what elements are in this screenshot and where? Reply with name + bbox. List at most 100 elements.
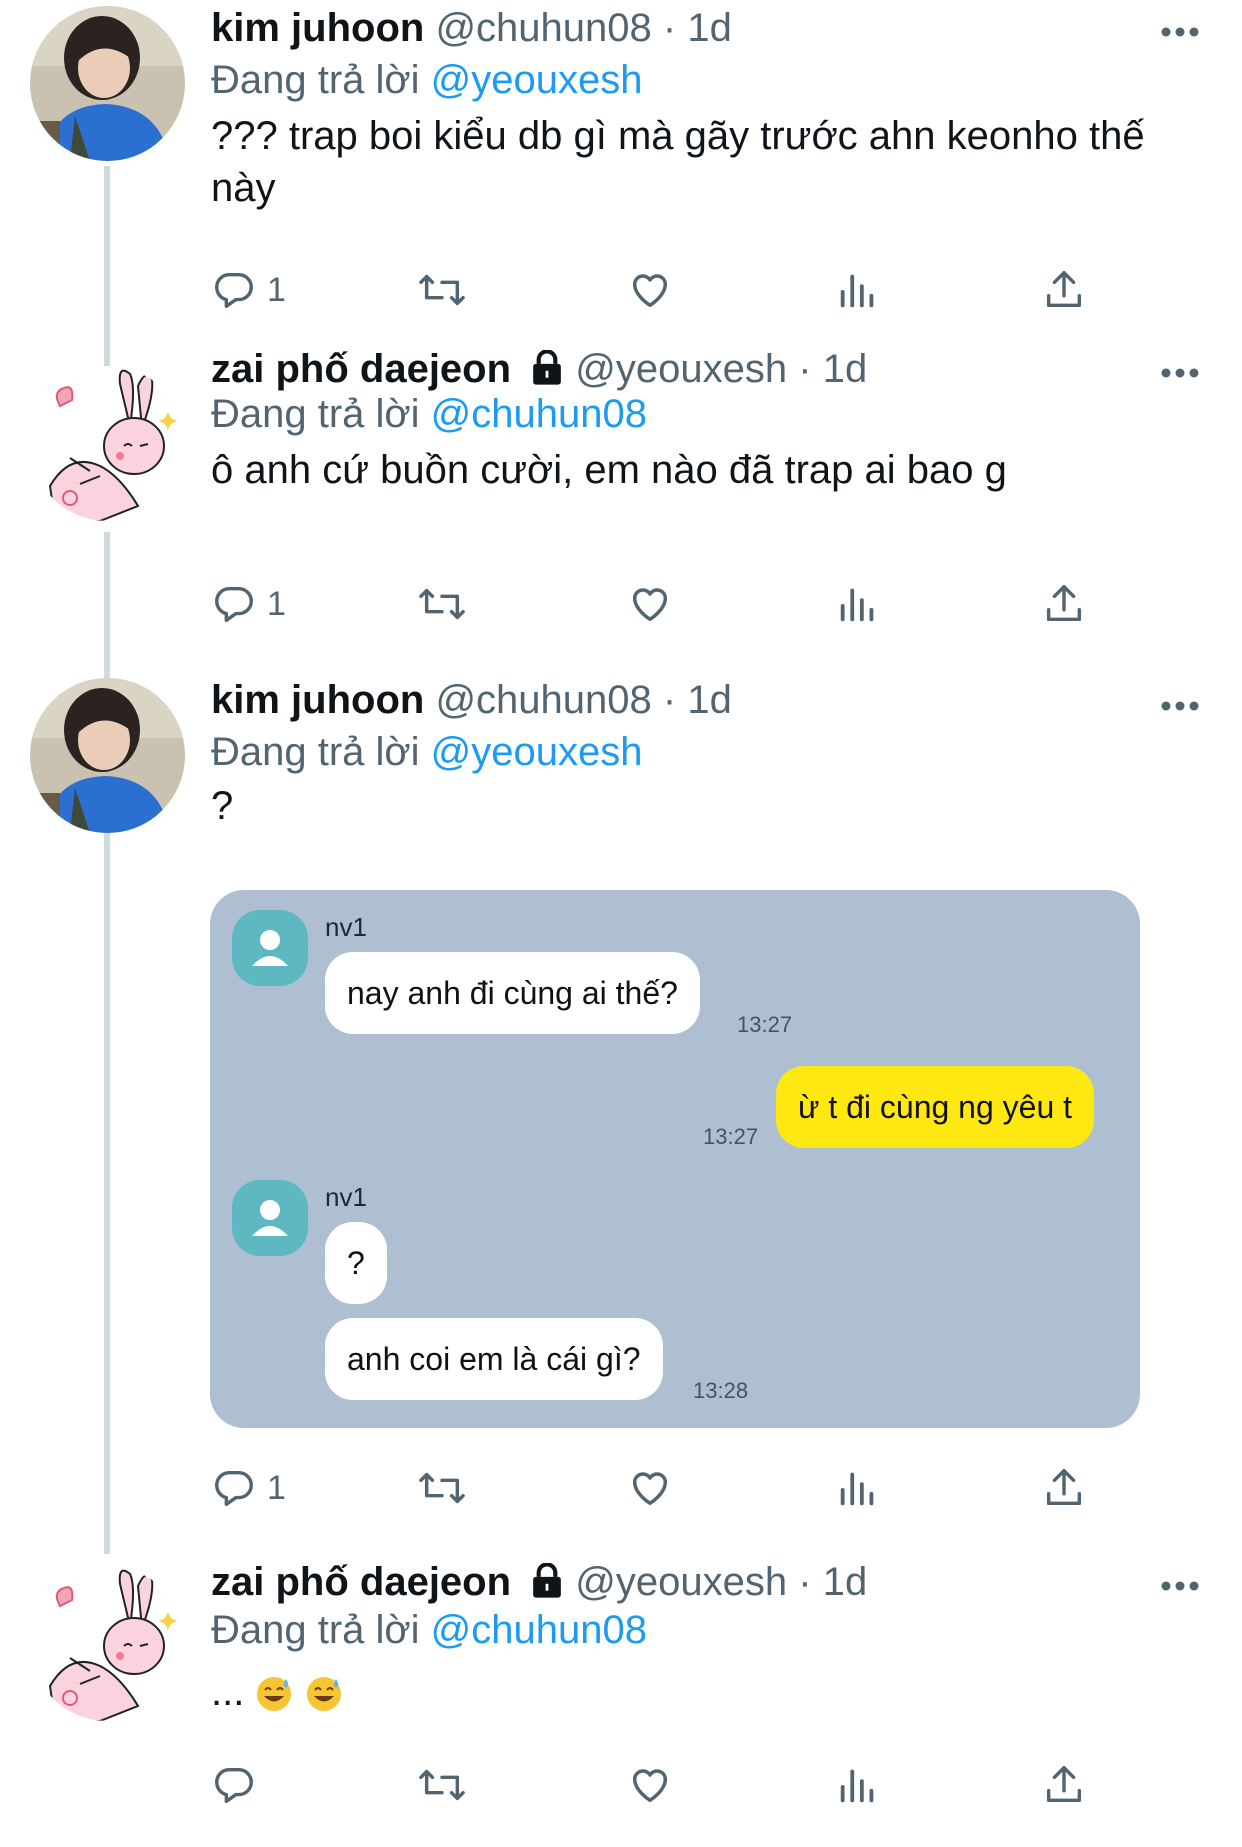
tweet[interactable]: zai phố daejeon @yeouxesh · 1d Đang trả … <box>0 1550 1242 1847</box>
more-icon[interactable] <box>1160 1576 1200 1596</box>
chat-time: 13:27 <box>737 1012 793 1037</box>
tweet-actions: 1 <box>211 260 1111 320</box>
share-icon <box>1046 271 1082 308</box>
avatar[interactable] <box>30 6 185 161</box>
mention-link[interactable]: @yeouxesh <box>431 730 643 774</box>
more-icon[interactable] <box>1160 22 1200 42</box>
replying-prefix: Đang trả lời <box>211 58 420 102</box>
share-icon <box>1046 585 1082 622</box>
share-button[interactable] <box>1041 260 1087 320</box>
heart-icon <box>632 1769 668 1803</box>
separator: · <box>662 6 677 50</box>
like-button[interactable] <box>627 260 673 320</box>
tweet[interactable]: zai phố daejeon @yeouxesh · 1d Đang trả … <box>0 347 1242 670</box>
views-button[interactable] <box>835 260 881 320</box>
display-name[interactable]: zai phố daejeon <box>211 1560 511 1604</box>
user-handle[interactable]: @chuhun08 <box>435 678 651 722</box>
heart-icon <box>632 1472 668 1506</box>
views-icon <box>840 1769 874 1803</box>
tweet-actions <box>211 1755 1111 1815</box>
tweet-text: ... <box>211 1670 245 1714</box>
mention-link[interactable]: @yeouxesh <box>431 58 643 102</box>
user-handle[interactable]: @chuhun08 <box>435 6 651 50</box>
retweet-icon <box>419 588 465 620</box>
views-button[interactable] <box>835 574 881 634</box>
avatar[interactable] <box>30 366 185 521</box>
heart-icon <box>632 588 668 622</box>
views-button[interactable] <box>835 1458 881 1518</box>
views-button[interactable] <box>835 1755 881 1815</box>
replying-prefix: Đang trả lời <box>211 730 420 774</box>
chat-time: 13:27 <box>703 1124 759 1149</box>
reply-button[interactable]: 1 <box>211 574 286 634</box>
reply-button[interactable]: 1 <box>211 260 286 320</box>
share-button[interactable] <box>1041 1458 1087 1518</box>
mention-link[interactable]: @chuhun08 <box>431 392 647 436</box>
replying-to: Đang trả lời @yeouxesh <box>211 728 643 776</box>
more-icon[interactable] <box>1160 696 1200 716</box>
tweet-text-row: ... <box>211 1666 1181 1726</box>
tweet-actions: 1 <box>211 574 1111 634</box>
reply-icon <box>215 1470 253 1507</box>
retweet-button[interactable] <box>417 574 467 634</box>
display-name[interactable]: kim juhoon <box>211 678 424 722</box>
chat-sender-name: nv1 <box>325 912 367 942</box>
replying-prefix: Đang trả lời <box>211 392 420 436</box>
separator: · <box>798 347 812 391</box>
tweet[interactable]: kim juhoon @chuhun08 · 1d Đang trả lời @… <box>0 0 1242 360</box>
reply-button[interactable] <box>211 1755 267 1815</box>
retweet-icon <box>419 1769 465 1801</box>
separator: · <box>798 1560 812 1604</box>
display-name[interactable]: zai phố daejeon <box>211 347 511 391</box>
retweet-button[interactable] <box>417 260 467 320</box>
reply-count: 1 <box>267 1468 286 1507</box>
chat-bubble: ? <box>325 1222 387 1304</box>
views-icon <box>840 1472 874 1506</box>
chat-bubble: nay anh đi cùng ai thế? <box>325 952 700 1034</box>
like-button[interactable] <box>627 574 673 634</box>
chat-bubble-mine: ừ t đi cùng ng yêu t <box>776 1066 1095 1148</box>
retweet-button[interactable] <box>417 1458 467 1518</box>
tweet-actions: 1 <box>211 1458 1111 1518</box>
timestamp[interactable]: 1d <box>687 678 732 722</box>
chat-sender-name: nv1 <box>325 1182 367 1212</box>
timestamp[interactable]: 1d <box>823 1560 868 1604</box>
like-button[interactable] <box>627 1458 673 1518</box>
chat-avatar <box>232 910 308 986</box>
like-button[interactable] <box>627 1755 673 1815</box>
views-icon <box>840 274 874 308</box>
user-handle[interactable]: @yeouxesh <box>575 1560 787 1604</box>
chat-bubble: anh coi em là cái gì? <box>325 1318 663 1400</box>
reply-count: 1 <box>267 584 286 623</box>
avatar[interactable] <box>30 1566 185 1721</box>
tweet-text: ô anh cứ buồn cười, em nào đã trap ai ba… <box>211 448 1007 492</box>
reply-icon <box>215 272 253 309</box>
avatar[interactable] <box>30 678 185 833</box>
tweet-text: ??? trap boi kiểu db gì mà gãy trước ahn… <box>211 114 1145 210</box>
replying-prefix: Đang trả lời <box>211 1608 420 1652</box>
share-icon <box>1046 1766 1082 1803</box>
share-button[interactable] <box>1041 574 1087 634</box>
reply-button[interactable]: 1 <box>211 1458 286 1518</box>
reply-icon <box>215 586 253 623</box>
replying-to: Đang trả lời @chuhun08 <box>211 1606 647 1654</box>
replying-to: Đang trả lời @yeouxesh <box>211 56 643 104</box>
retweet-button[interactable] <box>417 1755 467 1815</box>
user-handle[interactable]: @yeouxesh <box>575 347 787 391</box>
chat-time: 13:28 <box>693 1378 749 1403</box>
replying-to: Đang trả lời @chuhun08 <box>211 390 647 438</box>
mention-link[interactable]: @chuhun08 <box>431 1608 647 1652</box>
views-icon <box>840 588 874 622</box>
more-icon[interactable] <box>1160 363 1200 383</box>
lock-icon <box>530 1562 564 1610</box>
timestamp[interactable]: 1d <box>687 6 732 50</box>
reply-count: 1 <box>267 270 286 309</box>
chat-screenshot[interactable]: nv1 nay anh đi cùng ai thế? 13:27 ừ t đi… <box>210 890 1140 1428</box>
display-name[interactable]: kim juhoon <box>211 6 424 50</box>
timestamp[interactable]: 1d <box>823 347 868 391</box>
reply-icon <box>215 1767 253 1804</box>
share-button[interactable] <box>1041 1755 1087 1815</box>
separator: · <box>662 678 677 722</box>
tweet-text: ? <box>211 784 234 828</box>
chat-avatar <box>232 1180 308 1256</box>
